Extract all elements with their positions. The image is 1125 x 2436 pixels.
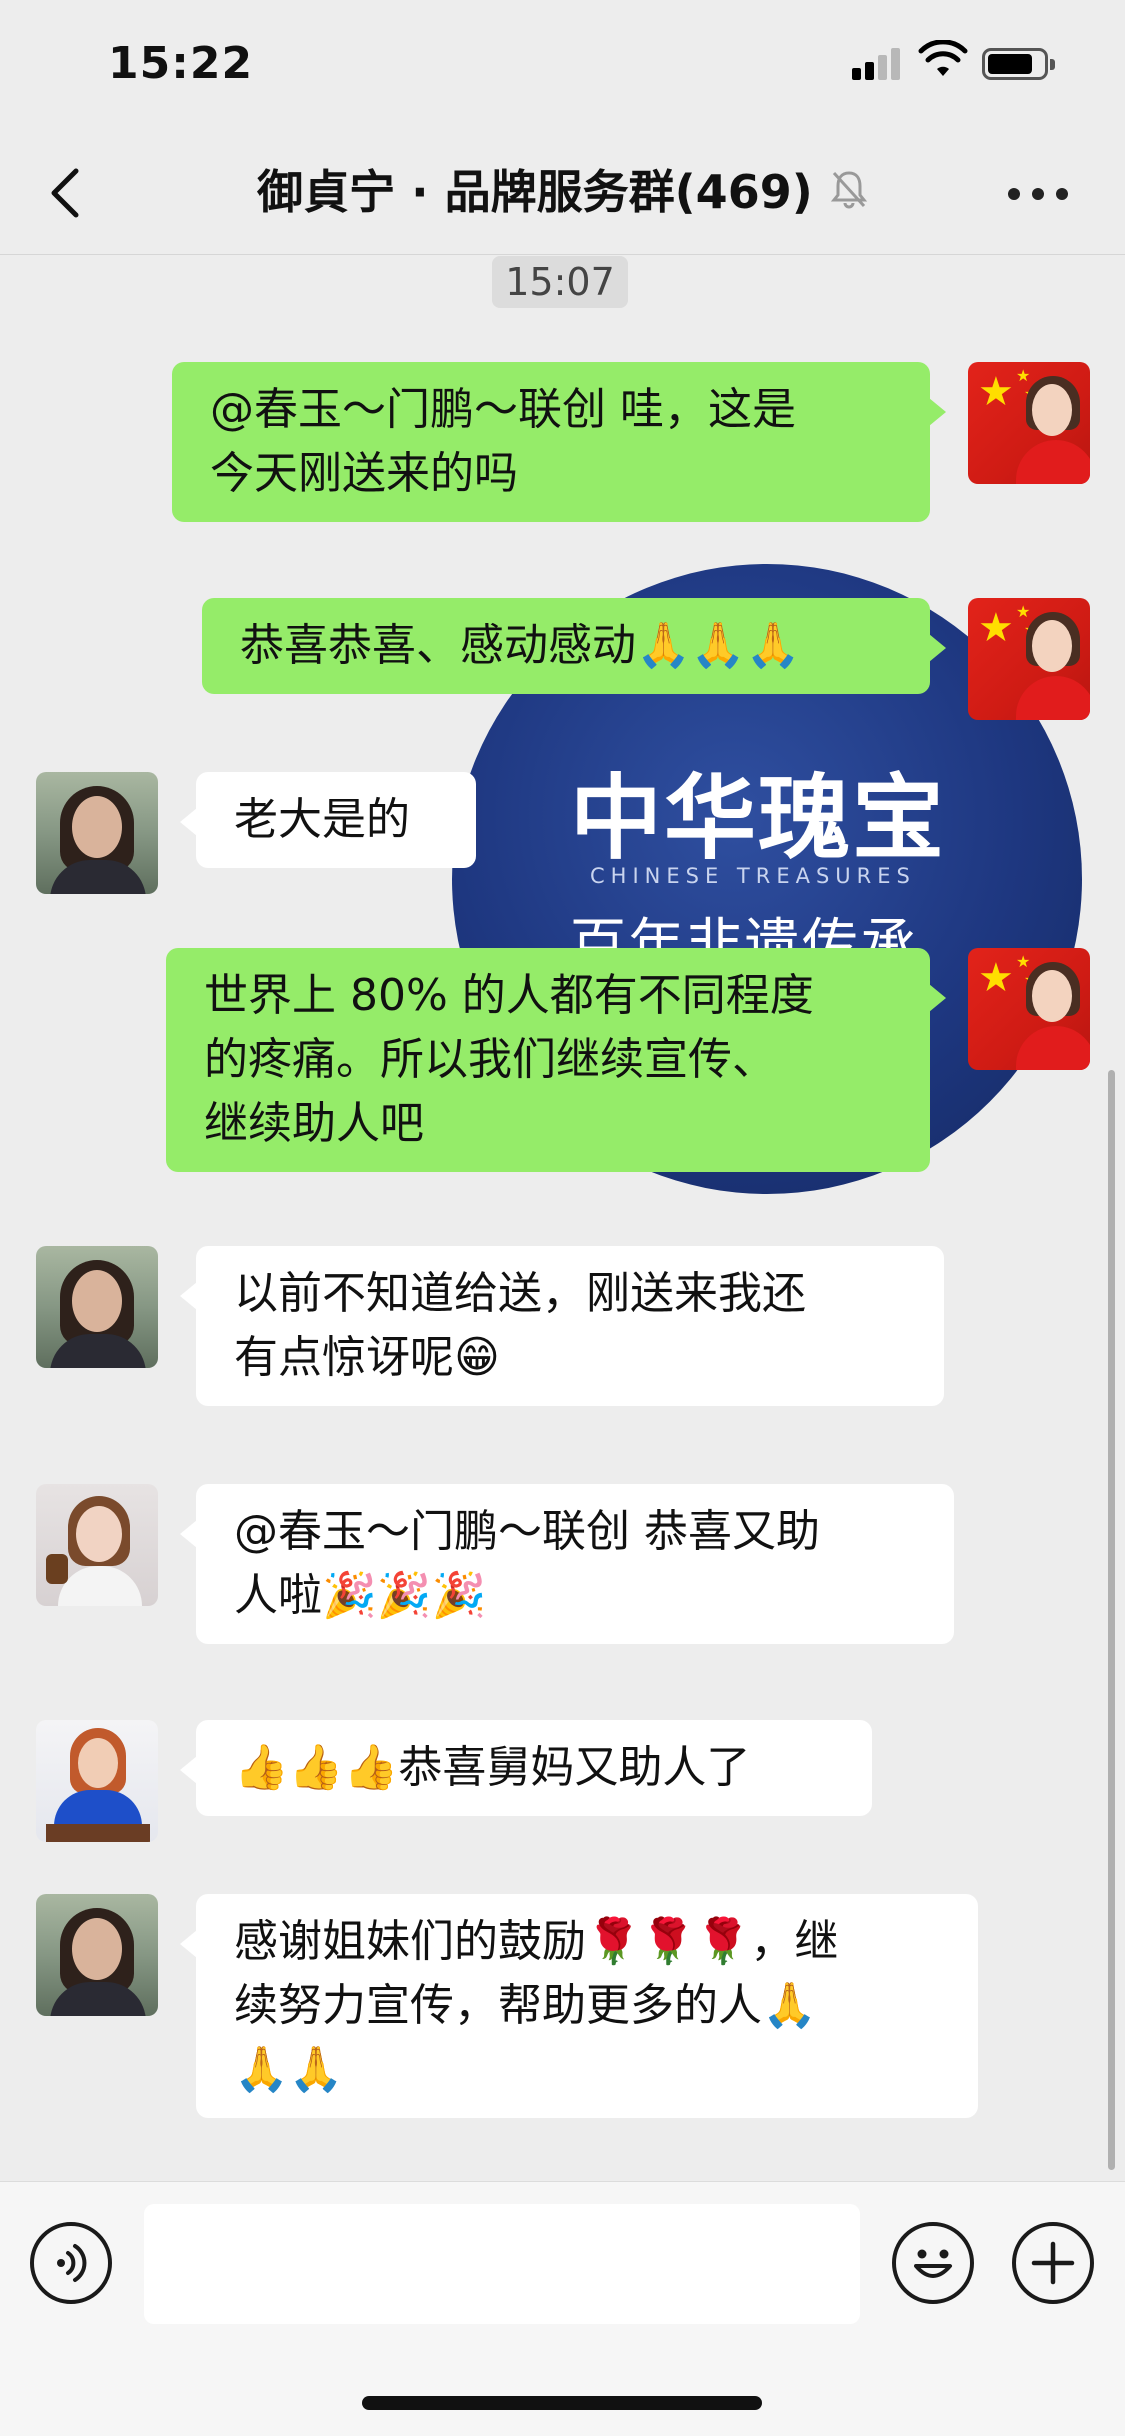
home-indicator[interactable] (362, 2396, 762, 2410)
message-bubble-other[interactable]: 以前不知道给送，刚送来我还 有点惊讶呢😁 (180, 1246, 944, 1406)
battery-icon (982, 48, 1055, 80)
avatar-member[interactable] (36, 1894, 158, 2016)
message-bubble-other[interactable]: 👍👍👍恭喜舅妈又助人了 (180, 1720, 872, 1816)
nav-title-container: 御貞宁 · 品牌服务群(469) (0, 156, 1125, 222)
avatar-member[interactable] (36, 1246, 158, 1368)
voice-icon (57, 2244, 87, 2282)
avatar-member[interactable] (36, 1484, 158, 1606)
message-bubble-self[interactable]: 世界上 80% 的人都有不同程度 的疼痛。所以我们继续宣传、 继续助人吧 (166, 948, 946, 1172)
emoji-icon (914, 2249, 952, 2278)
more-dots-icon[interactable] (1008, 188, 1068, 202)
wifi-icon (918, 40, 968, 76)
message-bubble-other[interactable]: 感谢姐妹们的鼓励🌹🌹🌹，继 续努力宣传，帮助更多的人🙏 🙏🙏 (180, 1894, 978, 2118)
poster-subtitle-en: CHINESE TREASURES (590, 864, 916, 888)
chat-title: 御貞宁 · 品牌服务群(469) (257, 165, 813, 219)
avatar-self[interactable]: ★★★ (968, 362, 1090, 484)
scrollbar[interactable] (1108, 1070, 1115, 2170)
message-bubble-self[interactable]: @春玉～门鹏～联创 哇，这是 今天刚送来的吗 (172, 362, 946, 522)
voice-input-button[interactable] (30, 2222, 112, 2304)
bell-slash-icon (830, 171, 867, 209)
status-bar: 15:22 (0, 0, 1125, 130)
chat-message-list[interactable]: 15:07 中华瑰宝 CHINESE TREASURES 百年非遗传承 @春玉～… (0, 256, 1125, 2181)
avatar-self[interactable]: ★★★ (968, 598, 1090, 720)
emoji-button[interactable] (892, 2222, 974, 2304)
message-bubble-self[interactable]: 恭喜恭喜、感动感动🙏🙏🙏 (202, 598, 946, 694)
message-input[interactable] (144, 2204, 860, 2324)
plus-icon (1031, 2241, 1075, 2285)
message-bubble-other[interactable]: @春玉～门鹏～联创 恭喜又助 人啦🎉🎉🎉 (180, 1484, 954, 1644)
poster-title: 中华瑰宝 (570, 764, 947, 872)
message-timestamp: 15:07 (492, 256, 628, 308)
more-functions-button[interactable] (1012, 2222, 1094, 2304)
message-bubble-other[interactable]: 老大是的 (180, 772, 476, 868)
avatar-self[interactable]: ★★★ (968, 948, 1090, 1070)
avatar-member[interactable] (36, 1720, 158, 1842)
avatar-member[interactable] (36, 772, 158, 894)
input-bar (0, 2181, 1125, 2436)
cellular-signal-icon (852, 46, 904, 80)
status-time: 15:22 (108, 38, 254, 89)
navigation-bar: 御貞宁 · 品牌服务群(469) (0, 130, 1125, 255)
